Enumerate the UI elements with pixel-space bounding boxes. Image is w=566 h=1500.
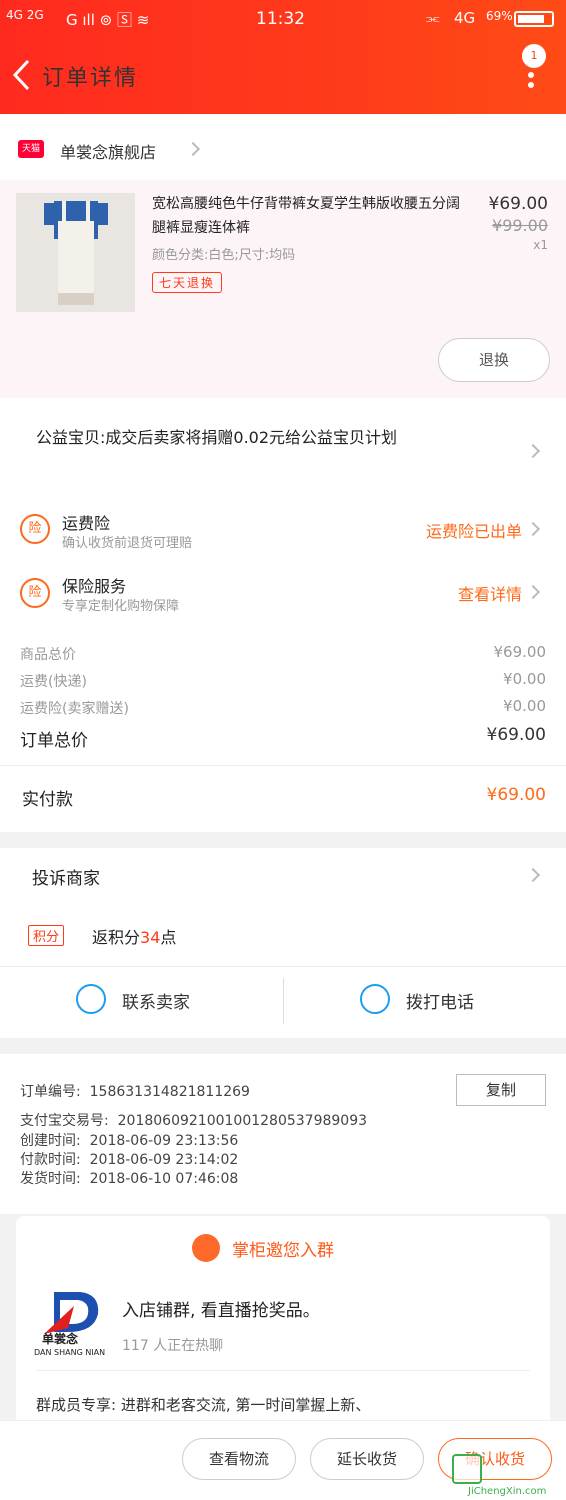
brand-logo: 单裳念 DAN SHANG NIAN [34, 1284, 112, 1364]
charity-text[interactable]: 公益宝贝:成交后卖家将捐赠0.02元给公益宝贝计划 [36, 424, 516, 452]
order-total-value: ¥69.00 [486, 725, 546, 745]
back-icon[interactable] [10, 58, 34, 92]
divider [36, 1370, 530, 1371]
call-phone-button[interactable]: 拨打电话 [360, 980, 520, 1026]
vibrate-icon: ⫘ [426, 9, 440, 27]
copy-button[interactable]: 复制 [456, 1074, 546, 1106]
page-title: 订单详情 [42, 66, 139, 91]
paid-time: 付款时间: 2018-06-09 23:14:02 [20, 1152, 239, 1168]
signal-icon: G ıll ⊚ 🅂 ≋ [66, 11, 150, 29]
refund-button[interactable]: 退换 [438, 338, 550, 382]
created-time: 创建时间: 2018-06-09 23:13:56 [20, 1133, 239, 1149]
alipay-number: 支付宝交易号: 2018060921001001280537989093 [20, 1113, 368, 1129]
seven-day-return-tag: 七天退换 [152, 272, 223, 293]
product-title[interactable]: 宽松高腰纯色牛仔背带裤女夏学生韩版收腰五分阔腿裤显瘦连体裤 [152, 192, 462, 240]
divider [0, 765, 566, 766]
divider [283, 978, 284, 1024]
phone-icon [360, 984, 390, 1014]
order-number: 订单编号: 1586313148218112​69 [20, 1084, 250, 1100]
product-image[interactable] [16, 193, 135, 312]
order-summary-section [0, 398, 566, 832]
product-price: ¥69.00 [488, 194, 548, 214]
fee-value: ¥0.00 [503, 697, 546, 715]
contact-seller-button[interactable]: 联系卖家 [76, 980, 236, 1026]
group-heading: 掌柜邀您入群 [232, 1241, 334, 1261]
product-original-price: ¥99.00 [492, 216, 548, 235]
group-icon [192, 1234, 220, 1262]
insurance-icon: 险 [20, 514, 50, 544]
paid-label: 实付款 [22, 790, 73, 810]
group-title: 入店铺群, 看直播抢奖品。 [122, 1301, 320, 1321]
group-description: 群成员专享: 进群和老客交流, 第一时间掌握上新、 [36, 1396, 371, 1414]
insurance-service-title[interactable]: 保险服务 [62, 573, 126, 597]
divider [0, 966, 566, 967]
network-4g: 4G [454, 9, 476, 27]
insurance-service-subtitle: 专享定制化购物保障 [62, 599, 180, 614]
points-tag: 积分 [28, 925, 65, 946]
tmall-logo: 天猫 [18, 140, 44, 158]
paid-value: ¥69.00 [486, 785, 546, 805]
shipping-insurance-title[interactable]: 运费险 [62, 510, 110, 534]
shop-name[interactable]: 单裳念旗舰店 [60, 139, 156, 163]
order-total-label: 订单总价 [20, 731, 88, 751]
battery-percent: 69% [486, 9, 513, 23]
fee-label: 运费险(卖家赠送) [20, 701, 129, 717]
product-sku: 颜色分类:白色;尺寸:均码 [152, 248, 296, 263]
more-menu-icon[interactable]: 1 [512, 44, 548, 94]
chat-face-icon [76, 984, 106, 1014]
group-subtitle: 117 人正在热聊 [122, 1338, 224, 1354]
fee-label: 运费(快递) [20, 674, 87, 690]
shipping-insurance-subtitle: 确认收货前退货可理赔 [62, 536, 193, 551]
shipping-insurance-status[interactable]: 运费险已出单 [426, 518, 522, 542]
status-bar: 4G 2G G ıll ⊚ 🅂 ≋ 11:32 ⫘ 4G 69% [0, 0, 566, 36]
insurance-service-link[interactable]: 查看详情 [458, 581, 522, 605]
network-indicator: 4G 2G [6, 8, 44, 22]
extend-receipt-button[interactable]: 延长收货 [310, 1438, 424, 1480]
fee-label: 商品总价 [20, 647, 76, 663]
status-time: 11:32 [256, 9, 305, 29]
notification-badge: 1 [522, 44, 546, 68]
product-quantity: x1 [533, 238, 548, 252]
points-text: 返积分34点 [92, 928, 177, 947]
battery-icon [514, 11, 554, 27]
fee-value: ¥69.00 [493, 643, 547, 661]
shipped-time: 发货时间: 2018-06-10 07:46:08 [20, 1171, 239, 1187]
fee-value: ¥0.00 [503, 670, 546, 688]
complain-merchant[interactable]: 投诉商家 [32, 864, 100, 889]
insurance-icon: 险 [20, 578, 50, 608]
site-watermark: JiChengXin.com [452, 1454, 566, 1500]
view-logistics-button[interactable]: 查看物流 [182, 1438, 296, 1480]
